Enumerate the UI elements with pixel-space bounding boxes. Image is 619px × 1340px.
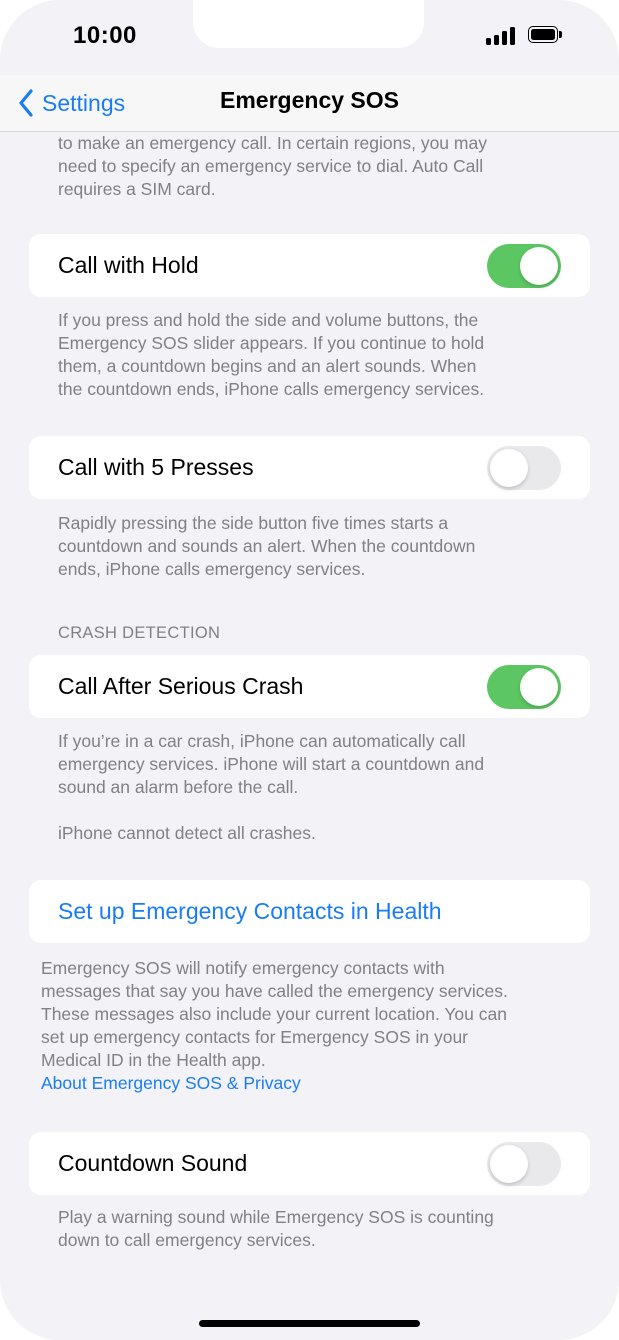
call-with-presses-row: Call with 5 Presses [29,436,590,499]
page-title: Emergency SOS [220,87,399,113]
footer-line: Medical ID in the Health app. [41,1050,266,1070]
countdown-sound-label: Countdown Sound [58,1150,248,1176]
setup-emergency-contacts-link[interactable]: Set up Emergency Contacts in Health [58,880,442,943]
emergency-contacts-footer: Emergency SOS will notify emergency cont… [41,957,508,1095]
footer-line: Emergency SOS will notify emergency cont… [41,958,445,978]
crash-detection-header: CRASH DETECTION [58,624,221,642]
toggle-knob [490,449,528,487]
auto-call-footer: to make an emergency call. In certain re… [58,132,487,201]
footer-line: These messages also include your current… [41,1004,507,1024]
footer-line: them, a countdown begins and an alert so… [58,356,477,376]
footer-line: messages that say you have called the em… [41,981,508,1001]
call-after-crash-row: Call After Serious Crash [29,655,590,718]
footer-line: down to call emergency services. [58,1230,316,1250]
toggle-knob [520,247,558,285]
toggle-knob [520,668,558,706]
home-indicator[interactable] [199,1320,420,1327]
footer-line: Play a warning sound while Emergency SOS… [58,1207,494,1227]
footer-line: sound an alarm before the call. [58,777,299,797]
navigation-bar: Settings Emergency SOS [0,75,619,132]
phone-screen: 10:00 Settings Emergency SOS to make an … [0,0,619,1340]
device-notch [193,0,424,48]
call-after-crash-label: Call After Serious Crash [58,673,304,699]
countdown-sound-toggle[interactable] [487,1142,561,1186]
call-with-presses-toggle[interactable] [487,446,561,490]
toggle-knob [490,1145,528,1183]
status-time: 10:00 [73,22,137,49]
footer-line: Rapidly pressing the side button five ti… [58,513,449,533]
crash-detection-footer: If you’re in a car crash, iPhone can aut… [58,730,484,845]
footer-line: requires a SIM card. [58,179,216,199]
footer-line: emergency services. iPhone will start a … [58,754,485,774]
call-with-presses-label: Call with 5 Presses [58,454,254,480]
footer-line: set up emergency contacts for Emergency … [41,1027,468,1047]
crash-detection-note: iPhone cannot detect all crashes. [58,823,316,843]
call-with-presses-footer: Rapidly pressing the side button five ti… [58,512,475,581]
footer-line: need to specify an emergency service to … [58,156,484,176]
call-with-hold-toggle[interactable] [487,244,561,288]
call-with-hold-row: Call with Hold [29,234,590,297]
footer-line: If you’re in a car crash, iPhone can aut… [58,731,466,751]
countdown-sound-row: Countdown Sound [29,1132,590,1195]
call-with-hold-label: Call with Hold [58,252,199,278]
emergency-contacts-row[interactable]: Set up Emergency Contacts in Health [29,880,590,943]
footer-line: to make an emergency call. In certain re… [58,133,487,153]
call-after-crash-toggle[interactable] [487,665,561,709]
footer-spacer [58,799,484,822]
cellular-signal-icon [486,27,520,45]
footer-line: ends, iPhone calls emergency services. [58,559,366,579]
status-bar: 10:00 [0,0,619,75]
battery-icon [528,26,564,45]
call-with-hold-footer: If you press and hold the side and volum… [58,309,484,401]
footer-line: the countdown ends, iPhone calls emergen… [58,379,485,399]
countdown-sound-footer: Play a warning sound while Emergency SOS… [58,1206,494,1252]
footer-line: If you press and hold the side and volum… [58,310,479,330]
privacy-link[interactable]: About Emergency SOS & Privacy [41,1072,508,1095]
footer-line: countdown and sounds an alert. When the … [58,536,476,556]
footer-line: Emergency SOS slider appears. If you con… [58,333,485,353]
